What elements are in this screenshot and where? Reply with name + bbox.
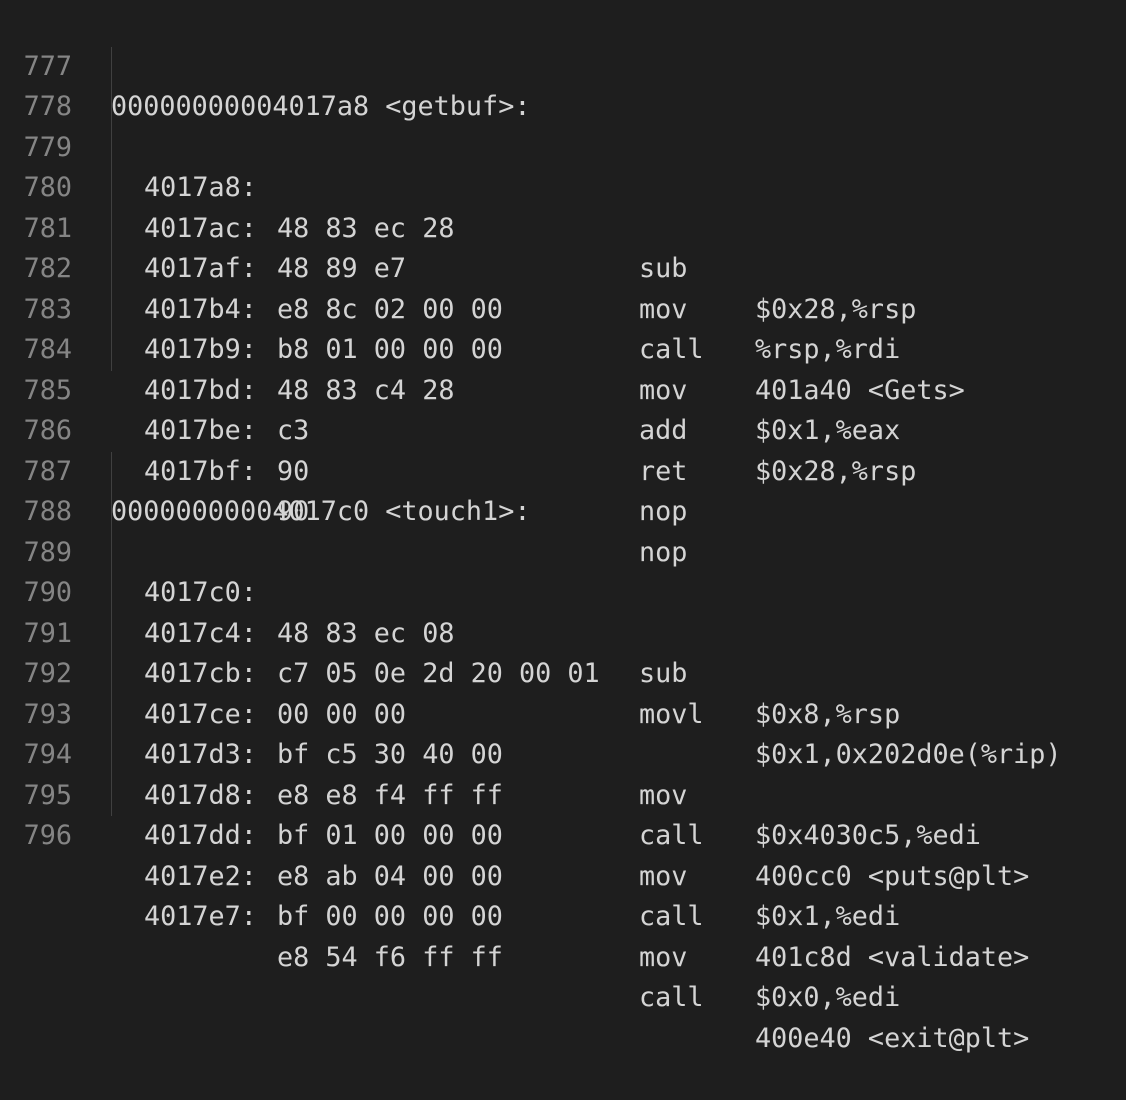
indent-guide: [111, 87, 112, 128]
code-line-header[interactable]: 787 00000000004017c0 <touch1>:: [0, 411, 1126, 528]
instruction-operands: 400e40 <exit@plt>: [755, 1022, 1030, 1054]
indent-guide: [111, 735, 112, 776]
line-number: 796: [23, 820, 72, 851]
code-line-header[interactable]: 777 00000000004017a8 <getbuf>:: [0, 6, 1126, 123]
indent-guide: [111, 492, 112, 533]
code-line-instruction[interactable]: 796 4017e7: e8 54 f6 ff ff call 400e40 <…: [0, 775, 1126, 1054]
code-line-instruction[interactable]: 780 4017af: e8 8c 02 00 00 call 401a40 <…: [0, 127, 1126, 406]
instruction-operands: $0x1,%edi: [755, 901, 901, 932]
instruction-operands: $0x0,%edi: [755, 982, 901, 1013]
code-line-blank[interactable]: 786: [0, 371, 1126, 446]
instruction-mnemonic: call: [639, 982, 704, 1013]
instruction-operands: 401c8d <validate>: [755, 941, 1030, 973]
indent-guide: [111, 208, 112, 249]
indent-guide: [111, 289, 112, 330]
indent-guide: [111, 451, 112, 492]
indent-guide: [111, 46, 112, 87]
code-line-instruction[interactable]: 778 4017a8: 48 83 ec 28 sub $0x28,%rsp: [0, 46, 1126, 325]
instruction-bytes: bf 00 00 00 00: [277, 901, 503, 932]
indent-guide: [111, 330, 112, 371]
indent-guide: [111, 127, 112, 168]
indent-guide: [111, 532, 112, 573]
instruction-mnemonic: call: [639, 820, 704, 851]
instruction-bytes: bf 01 00 00 00: [277, 820, 503, 851]
instruction-bytes: e8 ab 04 00 00: [277, 860, 503, 892]
indent-guide: [111, 775, 112, 816]
instruction-bytes: e8 54 f6 ff ff: [277, 941, 503, 973]
code-line-instruction[interactable]: 785 4017bf: 90 nop: [0, 330, 1126, 568]
indent-guide: [111, 694, 112, 735]
indent-guide: [111, 249, 112, 290]
code-line-instruction[interactable]: 788 4017c0: 48 83 ec 08 sub $0x8,%rsp: [0, 451, 1126, 730]
instruction-address: 4017e2:: [144, 860, 257, 892]
instruction-mnemonic: mov: [639, 860, 688, 892]
code-editor[interactable]: 777 00000000004017a8 <getbuf>: 778 4017a…: [0, 6, 1126, 1054]
code-line-instruction[interactable]: 784 4017be: 90 nop: [0, 289, 1126, 527]
indent-guide: [111, 613, 112, 654]
code-line-instruction[interactable]: 779 4017ac: 48 89 e7 mov %rsp,%rdi: [0, 87, 1126, 365]
instruction-address: 4017e7:: [144, 901, 257, 932]
code-line-instruction[interactable]: 790 4017cb: 00 00 00: [0, 532, 1126, 730]
code-line-instruction[interactable]: 794 4017dd: e8 ab 04 00 00 call 401c8d <…: [0, 694, 1126, 973]
code-line-instruction[interactable]: 781 4017b4: b8 01 00 00 00 mov $0x1,%eax: [0, 168, 1126, 446]
code-line-instruction[interactable]: 783 4017bd: c3 ret: [0, 249, 1126, 487]
indent-guide: [111, 654, 112, 695]
indent-guide: [111, 573, 112, 614]
instruction-operands: $0x4030c5,%edi: [755, 820, 981, 851]
instruction-mnemonic: call: [639, 901, 704, 932]
code-line-instruction[interactable]: 795 4017e2: bf 00 00 00 00 mov $0x0,%edi: [0, 735, 1126, 1013]
code-line-instruction[interactable]: 792 4017d3: e8 e8 f4 ff ff call 400cc0 <…: [0, 613, 1126, 892]
code-line-instruction[interactable]: 793 4017d8: bf 01 00 00 00 mov $0x1,%edi: [0, 654, 1126, 932]
instruction-operands: 400cc0 <puts@plt>: [755, 860, 1030, 892]
instruction-mnemonic: mov: [639, 941, 688, 973]
code-line-instruction[interactable]: 789 4017c4: c7 05 0e 2d 20 00 01 movl $0…: [0, 492, 1126, 770]
instruction-address: 4017dd:: [144, 820, 257, 851]
indent-guide: [111, 168, 112, 209]
code-line-instruction[interactable]: 782 4017b9: 48 83 c4 28 add $0x28,%rsp: [0, 208, 1126, 487]
code-line-instruction[interactable]: 791 4017ce: bf c5 30 40 00 mov $0x4030c5…: [0, 573, 1126, 851]
